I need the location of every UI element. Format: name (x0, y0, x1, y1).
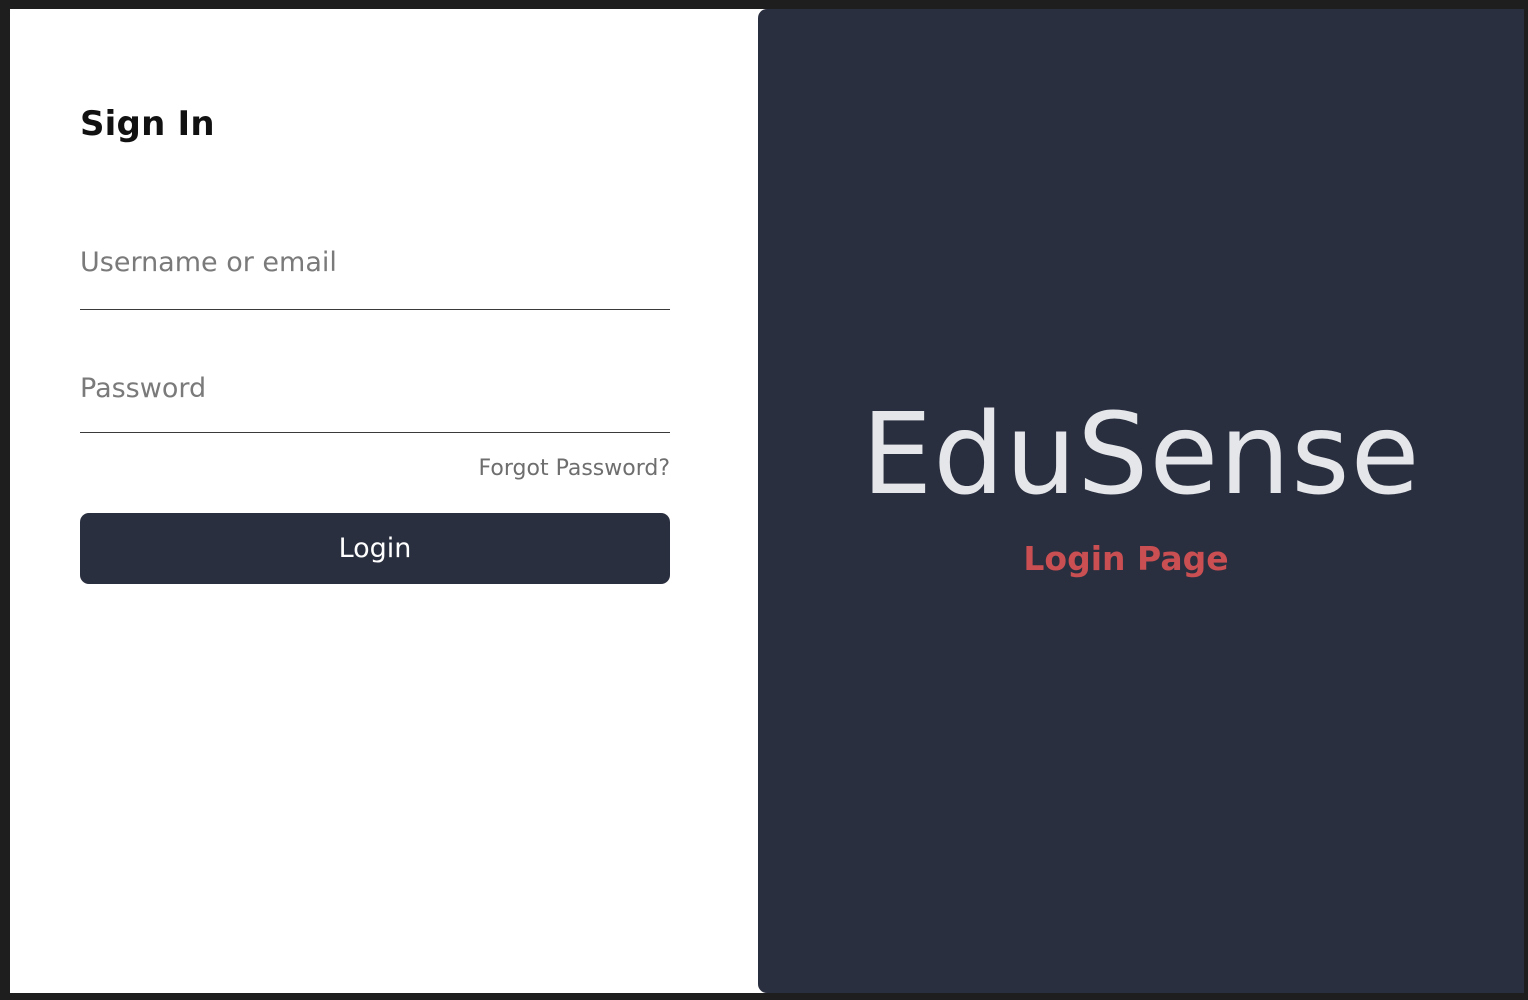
brand-subtitle: Login Page (1023, 539, 1229, 578)
login-window: Sign In Forgot Password? Login EduSense … (10, 9, 1524, 993)
sign-in-title: Sign In (80, 104, 215, 144)
sign-in-panel: Sign In Forgot Password? Login (10, 9, 758, 993)
password-input[interactable] (80, 373, 670, 404)
brand-panel: EduSense Login Page (758, 9, 1524, 993)
username-input[interactable] (80, 247, 670, 278)
forgot-password-link[interactable]: Forgot Password? (479, 456, 670, 481)
username-field (80, 247, 670, 310)
login-button[interactable]: Login (80, 513, 670, 584)
brand-title: EduSense (861, 390, 1421, 520)
password-field (80, 373, 670, 433)
